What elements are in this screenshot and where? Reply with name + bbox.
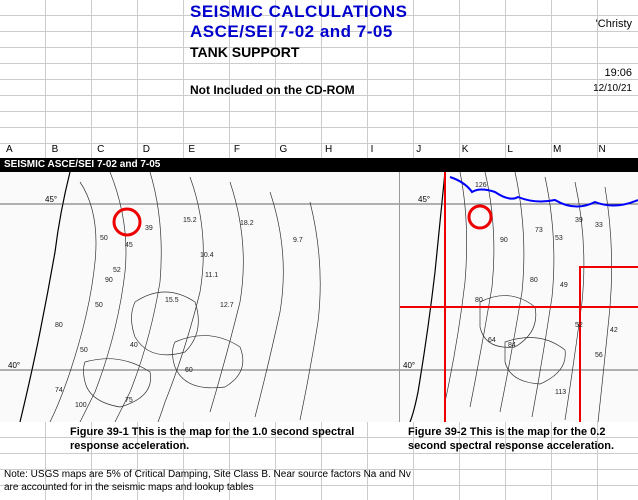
col-M: M [547,144,593,158]
svg-text:50: 50 [95,302,103,309]
svg-text:73: 73 [535,227,543,234]
caption-left: Figure 39-1 This is the map for the 1.0 … [0,425,400,465]
col-A: A [0,144,46,158]
svg-text:74: 74 [55,387,63,394]
section-bar: SEISMIC ASCE/SEI 7-02 and 7-05 [0,158,638,172]
contour [445,172,467,402]
svg-text:100: 100 [75,402,87,409]
svg-text:10.4: 10.4 [200,252,214,259]
col-N: N [593,144,638,158]
svg-text:45: 45 [125,242,133,249]
col-E: E [182,144,228,158]
lat-40: 40° [403,361,415,370]
date-cell: 12/10/21 [593,83,632,94]
contour [532,177,554,417]
maps-container: 45° 40° 10.4 11.1 12.7 15.5 15.2 18.2 9.… [0,172,638,422]
svg-text:52: 52 [113,267,121,274]
contour [50,182,96,422]
svg-text:39: 39 [145,225,153,232]
svg-text:18.2: 18.2 [240,220,254,227]
col-B: B [46,144,92,158]
lat-45: 45° [45,195,57,204]
svg-text:113: 113 [555,389,566,396]
title-line2: ASCE/SEI 7-02 and 7-05 [190,22,550,42]
col-H: H [319,144,365,158]
target-circle [114,209,140,235]
contour [255,192,283,417]
svg-text:53: 53 [555,235,563,242]
contour-loop [173,336,243,388]
author-cell: 'Christy [596,18,632,30]
svg-text:75: 75 [125,397,133,404]
svg-text:42: 42 [610,327,618,334]
col-D: D [137,144,183,158]
map-left-svg: 45° 40° 10.4 11.1 12.7 15.5 15.2 18.2 9.… [0,172,400,422]
coastline [20,172,70,422]
red-border [580,267,638,422]
svg-text:15.5: 15.5 [165,297,179,304]
contour [300,202,320,420]
svg-text:52: 52 [575,322,583,329]
svg-text:80: 80 [530,277,538,284]
map-right-svg: 45° 40° 33 39 53 64 80 90 84 49 80 52 56… [400,172,638,422]
svg-text:11.1: 11.1 [205,272,218,279]
contour-loop [84,359,151,407]
target-circle [469,206,491,228]
col-I: I [365,144,411,158]
map-right: 45° 40° 33 39 53 64 80 90 84 49 80 52 56… [400,172,638,422]
svg-text:33: 33 [595,222,603,229]
col-G: G [273,144,319,158]
svg-text:40: 40 [130,342,138,349]
lat-45: 45° [418,195,430,204]
svg-text:49: 49 [560,282,568,289]
header: SEISMIC CALCULATIONS ASCE/SEI 7-02 and 7… [190,2,550,60]
col-J: J [410,144,456,158]
svg-text:80: 80 [55,322,63,329]
column-headers: A B C D E F G H I J K L M N [0,144,638,158]
caption-right: Figure 39-2 This is the map for the 0.2 … [400,425,638,465]
svg-text:80: 80 [475,297,483,304]
lat-40: 40° [8,361,20,370]
contour [80,172,126,422]
contour [210,182,243,412]
svg-text:90: 90 [105,277,113,284]
svg-text:15.2: 15.2 [183,217,197,224]
svg-text:84: 84 [508,342,516,349]
svg-text:50: 50 [80,347,88,354]
svg-text:39: 39 [575,217,583,224]
col-K: K [456,144,502,158]
coastline [410,172,445,422]
svg-text:50: 50 [100,235,108,242]
contour [500,172,524,412]
col-F: F [228,144,274,158]
captions: Figure 39-1 This is the map for the 1.0 … [0,425,638,465]
cdrom-note: Not Included on the CD-ROM [190,83,355,97]
footnote: Note: USGS maps are 5% of Critical Dampi… [4,468,424,494]
title-line1: SEISMIC CALCULATIONS [190,2,550,22]
col-L: L [501,144,547,158]
svg-text:64: 64 [488,337,496,344]
svg-text:60: 60 [185,367,193,374]
svg-text:126: 126 [475,182,487,189]
col-C: C [91,144,137,158]
svg-text:90: 90 [500,237,508,244]
svg-text:12.7: 12.7 [220,302,234,309]
subtitle: TANK SUPPORT [190,44,550,60]
time-cell: 19:06 [604,67,632,79]
svg-text:56: 56 [595,352,603,359]
svg-text:9.7: 9.7 [293,237,303,244]
map-left: 45° 40° 10.4 11.1 12.7 15.5 15.2 18.2 9.… [0,172,400,422]
